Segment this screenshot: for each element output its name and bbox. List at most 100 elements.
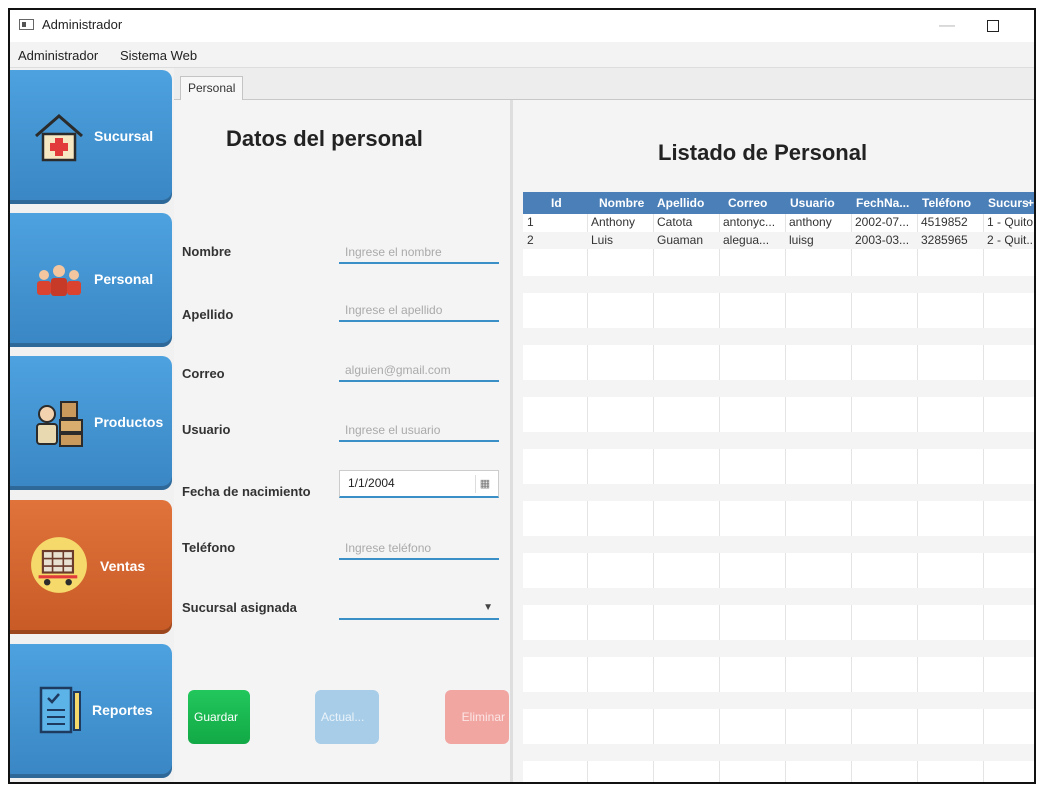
sucursal-select[interactable]: ▼	[339, 596, 499, 620]
cell-nombre: Luis	[591, 233, 614, 247]
fecha-date-picker[interactable]: 1/1/2004 ▦	[339, 470, 499, 498]
column-header-telefono[interactable]: Teléfono	[922, 192, 984, 214]
apellido-label: Apellido	[182, 307, 234, 322]
cart-icon	[31, 537, 87, 593]
column-header-nombre[interactable]: Nombre	[599, 192, 651, 214]
save-button[interactable]: Guardar	[188, 690, 250, 744]
usuario-input[interactable]: Ingrese el usuario	[339, 420, 499, 442]
cell-apellido: Catota	[657, 215, 693, 229]
menu-bar: Administrador Sistema Web	[10, 42, 1034, 68]
fecha-label: Fecha de nacimiento	[182, 484, 311, 499]
cell-usuario: luisg	[789, 233, 814, 247]
table-row-empty	[523, 562, 1034, 579]
table-row-empty	[523, 250, 1034, 267]
hospital-icon	[35, 114, 83, 162]
table-row-empty	[523, 484, 1034, 501]
column-header-sucursal[interactable]: Sucursa	[988, 192, 1028, 214]
table-row-empty	[523, 354, 1034, 371]
table-row[interactable]: 2 Luis Guaman alegua... luisg 2003-03...…	[523, 232, 1035, 249]
sidebar-label-sucursal: Sucursal	[94, 128, 154, 144]
telefono-label: Teléfono	[182, 540, 236, 555]
close-button[interactable]: ✕	[1016, 10, 1034, 42]
sidebar-label-reportes: Reportes	[92, 702, 153, 718]
sidebar-label-personal: Personal	[94, 271, 154, 287]
cell-usuario: anthony	[789, 215, 832, 229]
app-icon	[19, 19, 34, 30]
sidebar-label-productos: Productos	[94, 414, 164, 430]
correo-input[interactable]: alguien@gmail.com	[339, 360, 499, 382]
cell-sucursal: 1 - Quito	[987, 215, 1034, 229]
usuario-label: Usuario	[182, 422, 231, 437]
cell-fechnac: 2003-03...	[855, 233, 910, 247]
sidebar-item-reportes[interactable]: Reportes	[10, 644, 172, 778]
table-row-empty	[523, 588, 1034, 605]
cell-id: 2	[527, 233, 534, 247]
table-row[interactable]: 1 Anthony Catota antonyc... anthony 2002…	[523, 214, 1034, 231]
tab-bar: Personal	[174, 68, 1034, 100]
table-row-empty	[523, 666, 1034, 683]
column-header-id[interactable]: Id	[551, 192, 581, 214]
menu-administrador[interactable]: Administrador	[18, 48, 98, 63]
delete-button[interactable]: Eliminar	[445, 690, 509, 744]
fecha-value: 1/1/2004	[348, 476, 395, 490]
cell-telefono: 3285965	[921, 233, 968, 247]
sucursal-label: Sucursal asignada	[182, 600, 297, 615]
maximize-icon	[987, 20, 999, 32]
tab-personal[interactable]: Personal	[180, 76, 244, 100]
table-row-empty	[523, 276, 1034, 293]
correo-label: Correo	[182, 366, 225, 381]
title-bar: Administrador — ✕	[10, 10, 1034, 42]
cell-nombre: Anthony	[591, 215, 636, 229]
cell-telefono: 4519852	[921, 215, 968, 229]
cell-apellido: Guaman	[657, 233, 704, 247]
table-row-empty	[523, 614, 1034, 631]
column-header-correo[interactable]: Correo	[728, 192, 784, 214]
column-header-usuario[interactable]: Usuario	[790, 192, 852, 214]
sidebar: Sucursal Personal Productos Ventas Repor…	[10, 68, 172, 782]
cell-id: 1	[527, 215, 534, 229]
table-row-empty	[523, 692, 1034, 709]
calendar-icon[interactable]: ▦	[475, 475, 494, 493]
cell-correo: alegua...	[723, 233, 770, 247]
table-row-empty	[523, 510, 1034, 527]
table-row-empty	[523, 432, 1034, 449]
personal-form: Datos del personal Nombre Ingrese el nom…	[174, 100, 510, 782]
table-row-empty	[523, 302, 1034, 319]
column-header-fechnac[interactable]: FechNa...	[856, 192, 918, 214]
add-column-icon[interactable]: +	[1027, 196, 1034, 210]
dropdown-arrow-icon: ▼	[483, 602, 493, 613]
cell-sucursal: 2 - Quit...	[987, 233, 1035, 247]
personal-table[interactable]: Id Nombre Apellido Correo Usuario FechNa…	[523, 192, 1035, 782]
sidebar-item-sucursal[interactable]: Sucursal	[10, 70, 172, 204]
column-header-apellido[interactable]: Apellido	[657, 192, 719, 214]
table-header: Id Nombre Apellido Correo Usuario FechNa…	[523, 192, 1034, 214]
worker-boxes-icon	[36, 401, 83, 447]
table-row-empty	[523, 328, 1034, 345]
maximize-button[interactable]	[970, 10, 1016, 42]
sidebar-label-ventas: Ventas	[100, 558, 146, 574]
table-row-empty	[523, 406, 1034, 423]
form-title: Datos del personal	[226, 126, 423, 151]
sidebar-item-productos[interactable]: Productos	[10, 356, 172, 490]
table-row-empty	[523, 380, 1034, 397]
table-row-empty	[523, 640, 1034, 657]
apellido-input[interactable]: Ingrese el apellido	[339, 300, 499, 322]
cell-fechnac: 2002-07...	[855, 215, 910, 229]
minimize-button[interactable]: —	[924, 10, 970, 42]
table-row-empty	[523, 536, 1034, 553]
nombre-label: Nombre	[182, 244, 232, 259]
cell-correo: antonyc...	[723, 215, 776, 229]
sidebar-item-personal[interactable]: Personal	[10, 213, 172, 347]
table-row-empty	[523, 744, 1034, 761]
list-title: Listado de Personal	[658, 140, 868, 165]
window-title: Administrador	[42, 17, 123, 32]
people-icon	[37, 265, 81, 296]
table-row-empty	[523, 718, 1034, 735]
table-row-empty	[523, 458, 1034, 475]
report-clipboard-icon	[39, 686, 81, 734]
sidebar-item-ventas[interactable]: Ventas	[10, 500, 172, 634]
menu-sistema-web[interactable]: Sistema Web	[120, 48, 197, 63]
telefono-input[interactable]: Ingrese teléfono	[339, 538, 499, 560]
update-button[interactable]: Actual...	[315, 690, 379, 744]
nombre-input[interactable]: Ingrese el nombre	[339, 242, 499, 264]
